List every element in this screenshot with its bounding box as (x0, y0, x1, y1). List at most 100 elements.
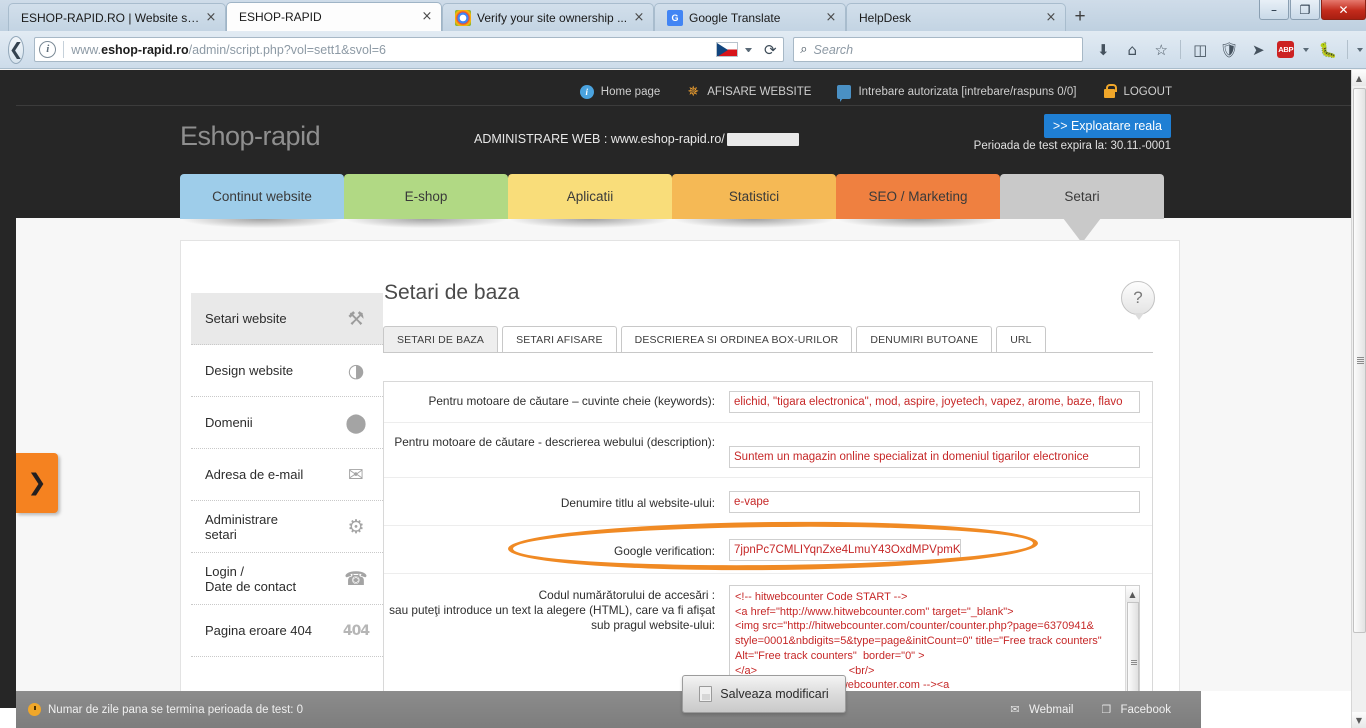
close-icon[interactable]: × (631, 10, 647, 26)
browser-window: ESHOP-RAPID.RO | Website sa... × ESHOP-R… (0, 0, 1366, 728)
sub-tab-descrierea-ordinea-box-urilor[interactable]: DESCRIEREA SI ORDINEA BOX-URILOR (620, 326, 853, 352)
chevron-down-icon[interactable] (1303, 47, 1310, 52)
reload-icon[interactable]: ⟳ (761, 41, 779, 59)
main-tab-seo-marketing[interactable]: SEO / Marketing (836, 174, 1000, 228)
url-bar[interactable]: i www.eshop-rapid.ro/admin/script.php?vo… (34, 37, 785, 62)
main-tab-label: E-shop (404, 189, 448, 204)
utility-link-home-page[interactable]: i Home page (579, 84, 661, 99)
minimize-button[interactable]: – (1259, 0, 1289, 20)
sub-tab-setari-de-baza[interactable]: SETARI DE BAZA (383, 326, 499, 352)
google-verification-input[interactable]: 7jpnPc7CMLIYqnZxe4LmuY43OxdMPVpmKDNc (729, 538, 961, 561)
scroll-up-icon[interactable]: ▲ (1352, 70, 1366, 86)
site-logo: Eshop-rapid (180, 121, 321, 151)
browser-tab-3[interactable]: G Google Translate × (654, 3, 846, 31)
form-row-keywords: Pentru motoare de căutare – cuvinte chei… (384, 382, 1152, 423)
sub-tab-label: SETARI DE BAZA (397, 333, 485, 346)
download-arrow-icon[interactable]: ⬇ (1093, 39, 1113, 61)
footer-link-webmail[interactable]: ✉ Webmail (1008, 703, 1073, 716)
sub-tab-url[interactable]: URL (996, 326, 1046, 352)
page-body: i Home page ✵ AFISARE WEBSITE Intrebare … (0, 70, 1351, 728)
slideout-panel-toggle[interactable]: ❯ (16, 453, 58, 513)
sidebar-item-administrare-setari[interactable]: Administrare setari ⚙ (191, 501, 383, 553)
site-title-input[interactable]: e-vape (729, 490, 1140, 513)
envelope-icon: ✉ (1010, 703, 1020, 716)
sidebar-item-login-date-contact[interactable]: Login / Date de contact ☎ (191, 553, 383, 605)
close-icon[interactable]: × (1043, 10, 1059, 26)
utility-link-afisare-website[interactable]: ✵ AFISARE WEBSITE (686, 83, 811, 100)
tab-shadow (675, 219, 833, 228)
sidebar-item-label: Pagina eroare 404 (205, 623, 312, 638)
close-icon[interactable]: × (419, 9, 435, 25)
footer-link-facebook[interactable]: ❐ Facebook (1099, 703, 1171, 716)
scroll-down-icon[interactable]: ▼ (1352, 712, 1366, 728)
save-button[interactable]: Salveaza modificari (682, 675, 846, 713)
page-scrollbar[interactable]: ▲ ▼ (1351, 70, 1366, 728)
globe-www-icon: ⬤ (345, 411, 367, 434)
clipboard-reading-list-icon[interactable]: ◫ (1190, 39, 1210, 61)
bug-icon[interactable]: 🐛 (1318, 39, 1338, 61)
back-button[interactable]: ❮ (8, 35, 25, 64)
site-identity-icon[interactable]: i (39, 41, 57, 58)
sidebar-item-label: Adresa de e-mail (205, 467, 304, 482)
main-nav-tabs: Continut website E-shop Aplicatii Statis… (180, 174, 1164, 243)
sidebar-item-domenii[interactable]: Domenii ⬤ (191, 397, 383, 449)
sidebar-item-setari-website[interactable]: Setari website ⚒ (191, 293, 383, 345)
new-tab-button[interactable]: + (1068, 7, 1092, 29)
sub-tab-label: URL (1010, 333, 1032, 346)
main-tab-aplicatii[interactable]: Aplicatii (508, 174, 672, 228)
scroll-up-icon[interactable]: ▲ (1126, 586, 1139, 602)
home-icon[interactable]: ⌂ (1122, 39, 1142, 61)
url-path: /admin/script.php?vol=sett1&svol=6 (188, 42, 386, 57)
close-icon[interactable]: × (823, 10, 839, 26)
main-tab-e-shop[interactable]: E-shop (344, 174, 508, 228)
exploatare-reala-button[interactable]: >> Exploatare reala (1043, 114, 1171, 138)
main-tab-statistici[interactable]: Statistici (672, 174, 836, 228)
admin-url-text: ADMINISTRARE WEB : www.eshop-rapid.ro/ (474, 132, 725, 146)
url-domain: eshop-rapid.ro (101, 42, 189, 57)
utility-link-logout[interactable]: LOGOUT (1102, 83, 1172, 99)
chevron-down-icon[interactable] (745, 47, 753, 52)
page-viewport: i Home page ✵ AFISARE WEBSITE Intrebare … (0, 70, 1351, 728)
browser-tab-0[interactable]: ESHOP-RAPID.RO | Website sa... × (8, 3, 226, 31)
sidebar-item-pagina-eroare-404[interactable]: Pagina eroare 404 404 (191, 605, 383, 657)
sidebar-item-adresa-de-email[interactable]: Adresa de e-mail ✉ (191, 449, 383, 501)
sub-tab-label: DESCRIEREA SI ORDINEA BOX-URILOR (634, 333, 839, 346)
sidebar-item-label: Administrare setari (205, 511, 278, 542)
browser-tab-4[interactable]: HelpDesk × (846, 3, 1066, 31)
asterisk-star-icon: ✵ (687, 83, 700, 100)
description-input[interactable]: Suntem un magazin online specializat in … (729, 446, 1140, 468)
adblock-plus-icon[interactable]: ABP (1277, 41, 1295, 58)
main-tab-continut-website[interactable]: Continut website (180, 174, 344, 228)
chevron-down-icon[interactable] (1357, 47, 1364, 52)
scrollbar-thumb[interactable] (1127, 602, 1139, 698)
maximize-button[interactable]: ❐ (1290, 0, 1320, 20)
brand-header: Eshop-rapid ADMINISTRARE WEB : www.eshop… (16, 114, 1351, 174)
close-icon[interactable]: × (203, 10, 219, 26)
keywords-input[interactable]: elichid, "tigara electronica", mod, aspi… (729, 391, 1140, 413)
google-translate-icon: G (667, 9, 683, 26)
close-window-button[interactable]: ✕ (1321, 0, 1366, 20)
sidebar-item-design-website[interactable]: Design website ◑ (191, 345, 383, 397)
field-control: Suntem un magazin online specializat in … (729, 432, 1140, 468)
sub-tab-denumiri-butoane[interactable]: DENUMIRI BUTOANE (856, 326, 993, 352)
main-tab-label: SEO / Marketing (868, 189, 968, 204)
scrollbar-thumb[interactable] (1353, 88, 1366, 633)
main-tab-label: Aplicatii (566, 189, 614, 204)
help-button[interactable]: ? (1121, 281, 1155, 320)
form-row-site-title: Denumire titlu al website-ului: e-vape (384, 478, 1152, 526)
shield-icon[interactable]: 🛡 (1219, 39, 1239, 61)
settings-sidebar: Setari website ⚒ Design website ◑ Domeni… (191, 293, 383, 657)
error-404-icon: 404 (342, 622, 370, 639)
sidebar-item-label: Domenii (205, 415, 253, 430)
browser-tab-1[interactable]: ESHOP-RAPID × (226, 2, 442, 31)
search-input[interactable]: ⌕ Search (793, 37, 1084, 62)
sub-tab-setari-afisare[interactable]: SETARI AFISARE (502, 326, 617, 352)
star-bookmark-icon[interactable]: ☆ (1151, 39, 1171, 61)
field-control: 7jpnPc7CMLIYqnZxe4LmuY43OxdMPVpmKDNc (729, 538, 1140, 561)
paper-plane-send-icon[interactable]: ➤ (1248, 39, 1268, 61)
main-tab-setari[interactable]: Setari (1000, 174, 1164, 243)
utility-link-label: Home page (600, 85, 661, 98)
browser-tab-2[interactable]: Verify your site ownership ... × (442, 3, 654, 31)
save-button-label: Salveaza modificari (720, 687, 829, 701)
utility-link-intrebare-autorizata[interactable]: Intrebare autorizata [intrebare/raspuns … (837, 84, 1076, 102)
